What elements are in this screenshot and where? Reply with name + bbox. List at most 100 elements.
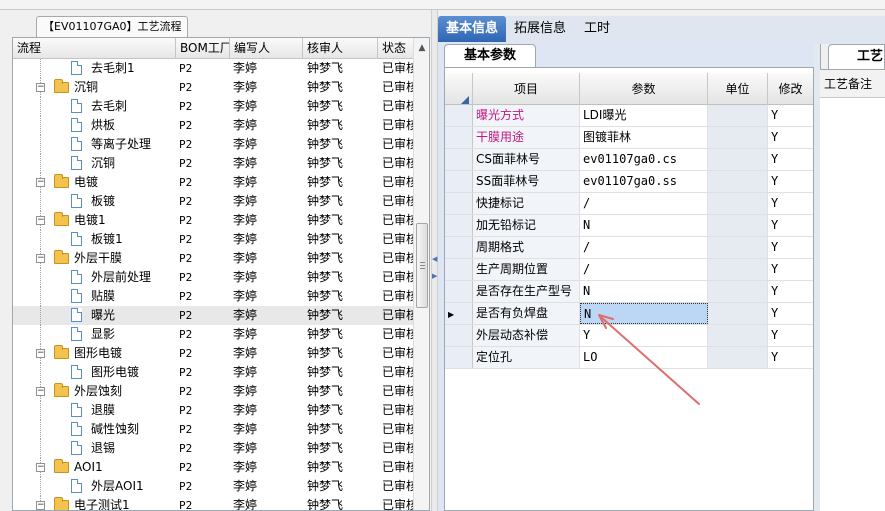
tab-extended-info[interactable]: 拓展信息 [506,16,574,42]
tree-cell-bom: P2 [179,100,193,113]
tree-step-row[interactable]: 外层前处理 P2 李婷 钟梦飞 已审核 [13,268,413,287]
tree-cell-reviewer: 钟梦飞 [307,213,344,227]
tree-cell-bom: P2 [179,461,193,474]
tree-step-row[interactable]: 退锡 P2 李婷 钟梦飞 已审核 [13,439,413,458]
tree-step-row[interactable]: 曝光 P2 李婷 钟梦飞 已审核 [13,306,413,325]
collapse-minus-icon[interactable]: − [36,501,45,510]
col-header-bom[interactable]: BOM工厂 [176,38,230,59]
tree-cell-writer: 李婷 [233,479,258,493]
tree-guide-line [40,363,41,382]
tab-basic-info[interactable]: 基本信息 [438,16,507,42]
tree-step-row[interactable]: 碱性蚀刻 P2 李婷 钟梦飞 已审核 [13,420,413,439]
tree-node-name: 电镀1 [74,213,106,227]
tree-folder-row[interactable]: − 电子测试1 P2 李婷 钟梦飞 已审核 [13,496,413,511]
scrollbar-thumb[interactable] [416,223,428,308]
tree-cell-reviewer: 钟梦飞 [307,270,344,284]
document-icon [71,422,82,436]
collapse-minus-icon[interactable]: − [36,178,45,187]
tree-step-row[interactable]: 等离子处理 P2 李婷 钟梦飞 已审核 [13,135,413,154]
tree-guide-line [40,287,41,306]
tree-folder-row[interactable]: − 外层蚀刻 P2 李婷 钟梦飞 已审核 [13,382,413,401]
tree-folder-row[interactable]: − 图形电镀 P2 李婷 钟梦飞 已审核 [13,344,413,363]
tree-step-row[interactable]: 去毛刺1 P2 李婷 钟梦飞 已审核 [13,59,413,78]
tree-cell-reviewer: 钟梦飞 [307,251,344,265]
col-header-process-notes[interactable]: 工艺备注 [820,70,885,98]
scroll-up-arrow-icon[interactable]: ▲ [416,42,428,54]
tree-vertical-scrollbar[interactable]: ▲ [413,38,429,510]
col-header-status[interactable]: 状态 [378,38,413,59]
tree-node-name: 电镀 [74,175,99,189]
document-icon [71,156,82,170]
tree-cell-writer: 李婷 [233,156,258,170]
tree-step-row[interactable]: 去毛刺 P2 李婷 钟梦飞 已审核 [13,97,413,116]
tree-node-name: 电子测试1 [74,498,130,511]
tree-folder-row[interactable]: − 电镀1 P2 李婷 钟梦飞 已审核 [13,211,413,230]
tab-work-hours[interactable]: 工时 [576,16,618,42]
tree-step-row[interactable]: 沉铜 P2 李婷 钟梦飞 已审核 [13,154,413,173]
collapse-right-arrow-icon[interactable]: ▶ [432,272,437,280]
tree-cell-writer: 李婷 [233,460,258,474]
collapse-minus-icon[interactable]: − [36,387,45,396]
tree-step-row[interactable]: 图形电镀 P2 李婷 钟梦飞 已审核 [13,363,413,382]
document-icon [71,118,82,132]
tree-header: 流程 BOM工厂 编写人 核审人 状态 [13,38,429,59]
tree-cell-status: 已审核 [382,479,413,493]
tree-folder-row[interactable]: − 电镀 P2 李婷 钟梦飞 已审核 [13,173,413,192]
collapse-minus-icon[interactable]: − [36,216,45,225]
tree-cell-bom: P2 [179,176,193,189]
tree-node-name: 碱性蚀刻 [91,422,140,436]
col-header-reviewer[interactable]: 核审人 [303,38,378,59]
tree-step-row[interactable]: 显影 P2 李婷 钟梦飞 已审核 [13,325,413,344]
tree-cell-status: 已审核 [382,156,413,170]
process-flow-tab[interactable]: 【EV01107GA0】工艺流程 [36,16,188,37]
tree-cell-writer: 李婷 [233,118,258,132]
tree-cell-reviewer: 钟梦飞 [307,99,344,113]
tree-cell-status: 已审核 [382,270,413,284]
tree-cell-writer: 李婷 [233,327,258,341]
tree-guide-line [40,477,41,496]
tree-step-row[interactable]: 板镀1 P2 李婷 钟梦飞 已审核 [13,230,413,249]
document-icon [71,61,82,75]
folder-icon [54,459,69,473]
tree-cell-reviewer: 钟梦飞 [307,232,344,246]
tree-guide-line [40,192,41,211]
tree-cell-writer: 李婷 [233,289,258,303]
collapse-minus-icon[interactable]: − [36,463,45,472]
tab-basic-params[interactable]: 基本参数 [444,44,536,67]
tree-node-name: 退锡 [91,441,116,455]
tree-cell-bom: P2 [179,499,193,511]
tree-step-row[interactable]: 烘板 P2 李婷 钟梦飞 已审核 [13,116,413,135]
tree-node-name: 曝光 [91,308,116,322]
panel-splitter[interactable]: ◀ ▶ [431,10,438,511]
tree-cell-writer: 李婷 [233,308,258,322]
tree-folder-row[interactable]: − 外层干膜 P2 李婷 钟梦飞 已审核 [13,249,413,268]
collapse-minus-icon[interactable]: − [36,83,45,92]
tree-cell-writer: 李婷 [233,251,258,265]
tree-cell-bom: P2 [179,271,193,284]
document-icon [71,137,82,151]
collapse-minus-icon[interactable]: − [36,254,45,263]
tree-guide-line [40,97,41,116]
tree-guide-line [40,401,41,420]
tree-cell-bom: P2 [179,157,193,170]
tree-step-row[interactable]: 退膜 P2 李婷 钟梦飞 已审核 [13,401,413,420]
tree-cell-status: 已审核 [382,346,413,360]
tree-cell-writer: 李婷 [233,213,258,227]
tree-folder-row[interactable]: − AOI1 P2 李婷 钟梦飞 已审核 [13,458,413,477]
tree-step-row[interactable]: 外层AOI1 P2 李婷 钟梦飞 已审核 [13,477,413,496]
tree-cell-bom: P2 [179,385,193,398]
tree-cell-reviewer: 钟梦飞 [307,327,344,341]
collapse-left-arrow-icon[interactable]: ◀ [432,255,437,263]
col-header-writer[interactable]: 编写人 [230,38,303,59]
collapse-minus-icon[interactable]: − [36,349,45,358]
tree-cell-status: 已审核 [382,308,413,322]
tree-step-row[interactable]: 板镀 P2 李婷 钟梦飞 已审核 [13,192,413,211]
col-header-flow[interactable]: 流程 [13,38,176,59]
document-icon [71,403,82,417]
tree-step-row[interactable]: 贴膜 P2 李婷 钟梦飞 已审核 [13,287,413,306]
tree-node-name: 外层干膜 [74,251,123,265]
tab-process[interactable]: 工艺 [828,44,885,69]
tree-cell-bom: P2 [179,290,193,303]
tree-guide-line [40,116,41,135]
tree-folder-row[interactable]: − 沉铜 P2 李婷 钟梦飞 已审核 [13,78,413,97]
